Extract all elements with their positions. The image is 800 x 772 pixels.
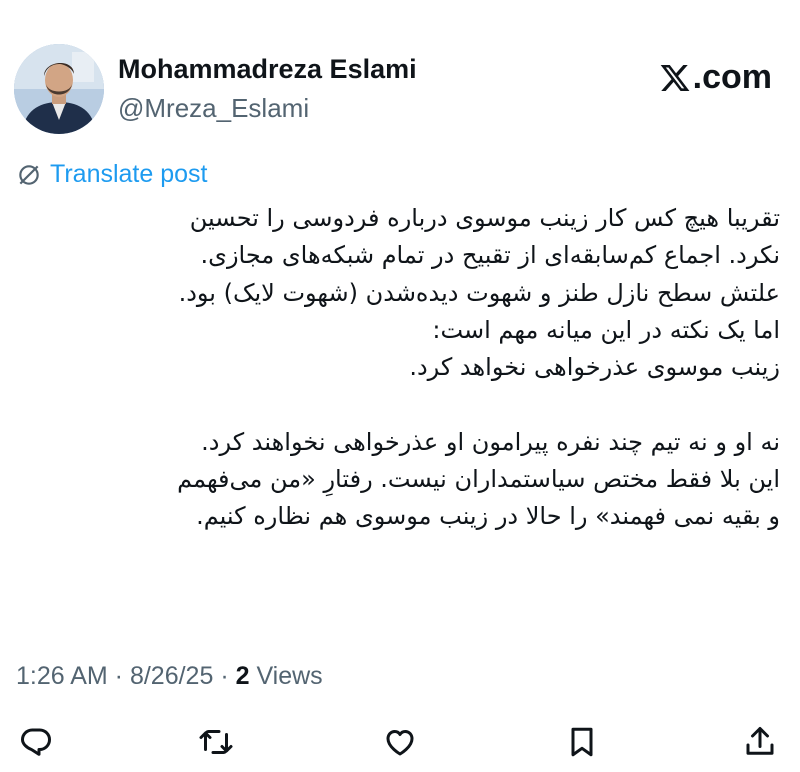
reply-icon <box>21 728 51 756</box>
post-line: تقریبا هیچ کس کار زینب موسوی درباره فردو… <box>189 204 780 232</box>
globe-slash-icon <box>19 164 39 185</box>
avatar-photo <box>14 44 104 134</box>
translate-label: Translate post <box>50 160 208 188</box>
like-button[interactable] <box>380 722 420 762</box>
post-line: و بقیه نمی فهمند» را حالا در زینب موسوی … <box>196 502 780 531</box>
author-avatar[interactable] <box>14 44 104 134</box>
repost-icon <box>199 730 233 754</box>
meta-separator: · <box>107 662 130 690</box>
brand-domain: .com <box>692 58 772 96</box>
like-icon <box>386 730 414 756</box>
post-time[interactable]: 1:26 AM <box>16 662 108 690</box>
bookmark-button[interactable] <box>562 722 602 762</box>
translate-post-link[interactable]: Translate post <box>16 160 207 189</box>
bookmark-icon <box>571 727 593 757</box>
x-logo-icon <box>660 64 690 91</box>
share-button[interactable] <box>740 722 780 762</box>
meta-separator: · <box>213 662 236 690</box>
post-line: علتش سطح نازل طنز و شهوت دیده‌شدن (شهوت … <box>178 278 780 307</box>
post-date[interactable]: 8/26/25 <box>130 662 213 690</box>
post-line: زینب موسوی عذرخواهی نخواهد کرد. <box>409 353 780 382</box>
views-count: 2 <box>235 662 250 690</box>
brand-watermark: .com <box>658 58 772 97</box>
post-meta: 1:26 AM · 8/26/25 · 2 Views <box>16 662 323 691</box>
post-line: این بلا فقط مختص سیاستمداران نیست. رفتار… <box>177 465 780 494</box>
author-handle[interactable]: @Mreza_Eslami <box>118 93 309 124</box>
post-blank-line <box>20 386 780 423</box>
share-icon <box>746 727 774 755</box>
reply-button[interactable] <box>16 722 56 762</box>
action-bar <box>0 722 800 762</box>
post-line: اما یک نکته در این میانه مهم است: <box>432 315 780 344</box>
post-line: نکرد. اجماع کم‌سابقه‌ای از تقبیح در تمام… <box>200 241 780 270</box>
author-display-name[interactable]: Mohammadreza Eslami <box>118 54 417 85</box>
post-line: نه او و نه تیم چند نفره پیرامون او عذرخو… <box>201 427 780 456</box>
post-text: تقریبا هیچ کس کار زینب موسوی درباره فردو… <box>20 200 780 536</box>
repost-button[interactable] <box>196 722 236 762</box>
views-label: Views <box>249 662 323 690</box>
